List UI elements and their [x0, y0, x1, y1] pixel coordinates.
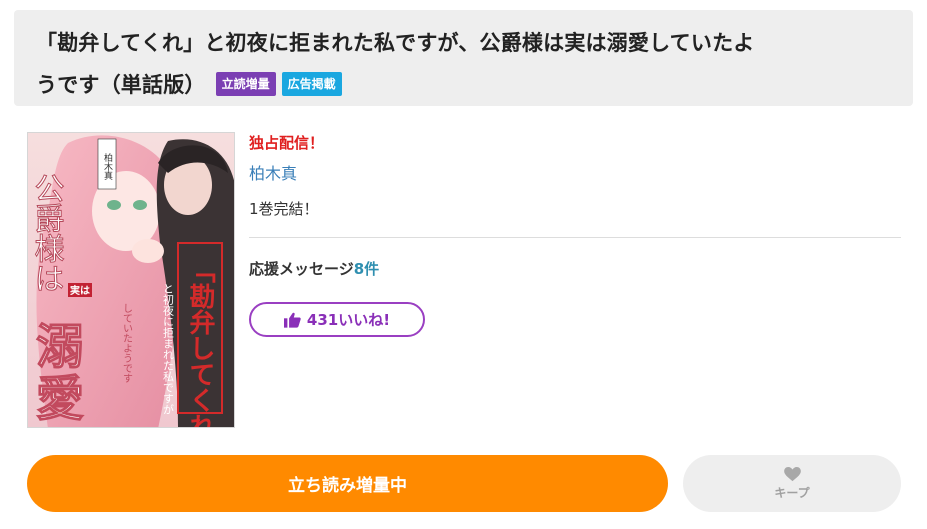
- support-messages[interactable]: 応援メッセージ8件: [249, 258, 379, 279]
- page-title-line1: 「勘弁してくれ」と初夜に拒まれた私ですが、公爵様は実は溺愛していたよ: [36, 31, 755, 55]
- cover-jitsu: 実は: [70, 284, 90, 297]
- cover-red-title: 「勘弁してくれ」: [185, 257, 215, 428]
- trial-read-button[interactable]: 立ち読み増量中: [27, 455, 668, 512]
- heart-icon: [783, 466, 801, 481]
- cover-image[interactable]: 公爵様は 柏木真 実は 溺 愛 「勘弁してくれ」 と初夜に拒まれた私ですが して…: [27, 132, 235, 428]
- page-title-line2-row: うです（単話版） 立読増量 広告掲載: [36, 69, 342, 99]
- cover-big-title-2: 愛: [36, 371, 84, 427]
- keep-button[interactable]: キープ: [683, 455, 901, 512]
- cover-title-vertical: 公爵様は: [29, 173, 65, 293]
- cover-subtitle-2: していたようです: [121, 303, 133, 383]
- title-header: 「勘弁してくれ」と初夜に拒まれた私ですが、公爵様は実は溺愛していたよ うです（単…: [14, 10, 913, 106]
- thumbs-up-icon: [283, 312, 301, 328]
- exclusive-label: 独占配信！: [249, 134, 325, 152]
- cover-author-tag: 柏木真: [102, 152, 113, 181]
- support-messages-label: 応援メッセージ: [249, 260, 354, 278]
- cover-artwork: 公爵様は 柏木真 実は 溺 愛 「勘弁してくれ」 と初夜に拒まれた私ですが して…: [28, 133, 234, 428]
- support-messages-count: 8件: [353, 260, 380, 278]
- keep-label: キープ: [774, 485, 810, 500]
- like-button[interactable]: 431いいね!: [249, 302, 425, 337]
- product-page: 「勘弁してくれ」と初夜に拒まれた私ですが、公爵様は実は溺愛していたよ うです（単…: [0, 0, 927, 529]
- cover-big-title-1: 溺: [36, 319, 84, 375]
- page-title-line2: うです（単話版）: [36, 73, 206, 97]
- divider: [249, 237, 901, 238]
- author-link[interactable]: 柏木真: [249, 160, 297, 184]
- like-count: 431いいね!: [306, 311, 391, 329]
- trial-read-label: 立ち読み増量中: [288, 476, 407, 496]
- badge-preview-extended: 立読増量: [215, 72, 276, 96]
- cover-subtitle: と初夜に拒まれた私ですが: [162, 283, 175, 415]
- badge-ad-listed: 広告掲載: [281, 72, 342, 96]
- volume-status: 1巻完結！: [249, 200, 319, 218]
